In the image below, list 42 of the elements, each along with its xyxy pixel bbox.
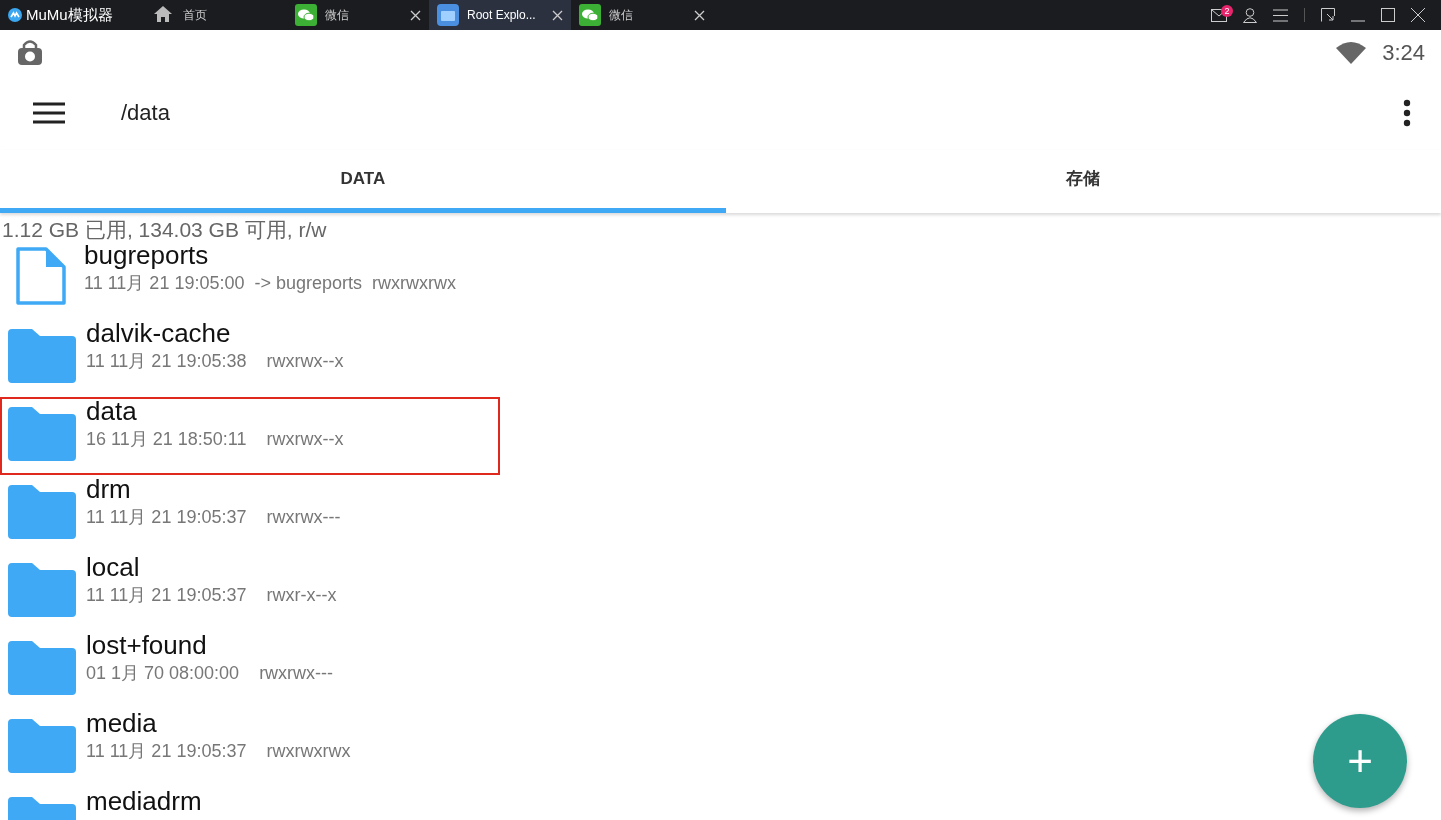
file-name: media (86, 709, 158, 738)
file-details: 11 11月 21 19:05:37 rwxrwxrwx (86, 739, 351, 763)
window-tab[interactable]: Root Explo... (429, 0, 571, 30)
file-name: local (86, 553, 141, 582)
menu-icon[interactable] (33, 101, 65, 124)
close-icon[interactable] (694, 9, 705, 21)
tab[interactable]: DATA (0, 150, 726, 213)
notification-count: 2 (1221, 4, 1233, 17)
file-icon (16, 247, 66, 306)
storage-info: 1.12 GB 已用, 134.03 GB 可用, r/w (1, 218, 328, 242)
file-details: 01 1月 70 08:00:00 rwxrwx--- (86, 661, 334, 685)
file-details: 16 11月 21 18:50:11 rwxrwx--x (86, 427, 344, 451)
more-options-icon[interactable] (1403, 98, 1411, 127)
window-tab[interactable]: 首页 (145, 0, 287, 30)
window-tab[interactable]: 微信 (571, 0, 713, 30)
wifi-icon (1336, 41, 1367, 64)
clock-time: 3:24 (1382, 39, 1425, 67)
shopping-bag-icon (16, 39, 44, 66)
tab[interactable]: 存储 (725, 150, 1441, 213)
file-name: data (86, 397, 138, 426)
chat-app-icon (579, 4, 601, 26)
logo-icon (8, 8, 22, 22)
close-icon[interactable] (1411, 8, 1425, 22)
file-details: 11 11月 21 19:05:00 -> bugreports rwxrwxrwx (84, 271, 456, 295)
path-title: /data (121, 99, 171, 127)
close-icon[interactable] (552, 9, 563, 21)
resize-icon[interactable] (1321, 8, 1335, 22)
file-name: dalvik-cache (86, 319, 232, 348)
file-details: 11 11月 21 19:05:37 rwxrwx--- (86, 505, 341, 529)
window-tab[interactable]: 微信 (287, 0, 429, 30)
chat-app-icon (295, 4, 317, 26)
app-icon (437, 4, 459, 26)
close-icon[interactable] (410, 9, 421, 21)
file-details: 11 11月 21 19:05:37 rwxr-x--x (86, 583, 337, 607)
file-name: bugreports (84, 241, 210, 270)
app-name: MuMu模拟器 (26, 4, 113, 25)
file-name: drm (86, 475, 132, 504)
file-details: 11 11月 21 19:05:38 rwxrwx--x (86, 349, 344, 373)
file-name: mediadrm (86, 787, 202, 816)
user-icon[interactable] (1243, 7, 1257, 23)
maximize-icon[interactable] (1381, 8, 1395, 22)
file-name: lost+found (86, 631, 208, 660)
